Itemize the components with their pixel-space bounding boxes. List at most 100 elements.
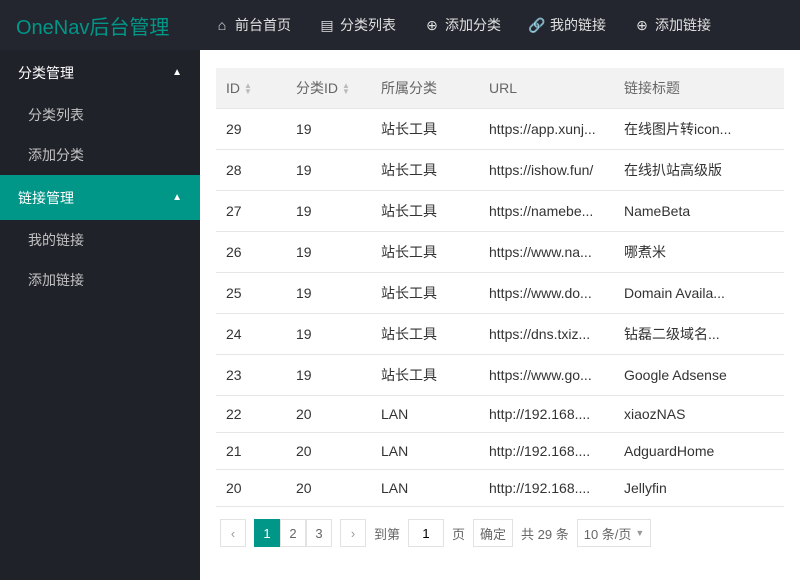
cell-fid: 19 [286, 355, 371, 396]
cell-id: 24 [216, 314, 286, 355]
nav-my-links-icon: 🔗 [529, 17, 545, 34]
chevron-up-icon: ▲ [172, 192, 182, 203]
cell-cat: 站长工具 [371, 191, 479, 232]
nav-add-category-icon: ⊕ [424, 17, 440, 34]
cell-url: https://ishow.fun/ [479, 150, 614, 191]
cell-cat: 站长工具 [371, 232, 479, 273]
pager-perpage-select[interactable]: 10 条/页 ▼ [577, 519, 652, 547]
col-header-0[interactable]: ID ▲▼ [216, 68, 286, 109]
cell-id: 25 [216, 273, 286, 314]
cell-cat: 站长工具 [371, 150, 479, 191]
cell-cat: LAN [371, 396, 479, 433]
table-row: 2220LANhttp://192.168....xiaozNAS [216, 396, 784, 433]
cell-cat: LAN [371, 433, 479, 470]
table-row: 2020LANhttp://192.168....Jellyfin [216, 470, 784, 507]
nav-add-link-icon: ⊕ [634, 17, 650, 34]
cell-cat: 站长工具 [371, 314, 479, 355]
cell-cat: 站长工具 [371, 109, 479, 150]
cell-id: 26 [216, 232, 286, 273]
group-link-label: 链接管理 [18, 188, 74, 208]
chevron-down-icon: ▼ [635, 528, 644, 538]
table-row: 2319站长工具https://www.go...Google Adsense [216, 355, 784, 396]
cell-cat: LAN [371, 470, 479, 507]
cell-title: 在线扒站高级版 [614, 150, 784, 191]
group-link-title[interactable]: 链接管理 ▲ [0, 175, 200, 220]
col-header-3-label: URL [489, 80, 517, 96]
table-row: 2919站长工具https://app.xunj...在线图片转icon... [216, 109, 784, 150]
table-row: 2419站长工具https://dns.txiz...钻磊二级域名... [216, 314, 784, 355]
cell-fid: 20 [286, 433, 371, 470]
col-header-4-label: 链接标题 [624, 80, 680, 96]
group-category-title[interactable]: 分类管理▲ [0, 50, 200, 95]
pager-next[interactable]: › [340, 519, 366, 547]
cell-fid: 20 [286, 470, 371, 507]
nav-category-list-icon: ▤ [319, 17, 335, 34]
cell-title: xiaozNAS [614, 396, 784, 433]
cell-url: https://www.na... [479, 232, 614, 273]
cell-title: 哪煮米 [614, 232, 784, 273]
cell-title: Google Adsense [614, 355, 784, 396]
cell-id: 22 [216, 396, 286, 433]
pager-goto-input[interactable] [408, 519, 444, 547]
nav-category-list[interactable]: ▤分类列表 [305, 0, 410, 50]
nav-home-label: 前台首页 [235, 15, 291, 35]
cell-url: https://namebe... [479, 191, 614, 232]
cell-title: 钻磊二级域名... [614, 314, 784, 355]
cell-url: http://192.168.... [479, 396, 614, 433]
cell-fid: 19 [286, 273, 371, 314]
col-header-2: 所属分类 [371, 68, 479, 109]
cell-url: https://www.go... [479, 355, 614, 396]
side-category-list[interactable]: 分类列表 [0, 95, 200, 135]
col-header-2-label: 所属分类 [381, 80, 437, 96]
nav-home-icon: ⌂ [214, 17, 230, 33]
pager-page-1[interactable]: 1 [254, 519, 280, 547]
cell-fid: 19 [286, 232, 371, 273]
cell-url: http://192.168.... [479, 470, 614, 507]
table-row: 2719站长工具https://namebe...NameBeta [216, 191, 784, 232]
nav-add-link[interactable]: ⊕ 添加链接 [620, 0, 725, 50]
side-add-category[interactable]: 添加分类 [0, 135, 200, 175]
col-header-1[interactable]: 分类ID▲▼ [286, 68, 371, 109]
sort-icon: ▲▼ [244, 83, 252, 95]
cell-cat: 站长工具 [371, 273, 479, 314]
cell-id: 20 [216, 470, 286, 507]
cell-id: 27 [216, 191, 286, 232]
cell-fid: 19 [286, 150, 371, 191]
cell-url: https://app.xunj... [479, 109, 614, 150]
cell-url: http://192.168.... [479, 433, 614, 470]
cell-title: AdguardHome [614, 433, 784, 470]
cell-fid: 19 [286, 109, 371, 150]
brand-title: OneNav后台管理 [0, 11, 200, 40]
pager-page-3[interactable]: 3 [306, 519, 332, 547]
cell-url: https://dns.txiz... [479, 314, 614, 355]
nav-add-category-label: 添加分类 [445, 15, 501, 35]
pager-total: 共 29 条 [521, 524, 569, 543]
cell-id: 23 [216, 355, 286, 396]
cell-url: https://www.do... [479, 273, 614, 314]
nav-my-links[interactable]: 🔗我的链接 [515, 0, 620, 50]
side-my-links[interactable]: 我的链接 [0, 220, 200, 260]
pager-page-2[interactable]: 2 [280, 519, 306, 547]
cell-id: 28 [216, 150, 286, 191]
cell-id: 21 [216, 433, 286, 470]
cell-title: Domain Availa... [614, 273, 784, 314]
nav-home[interactable]: ⌂ 前台首页 [200, 0, 305, 50]
cell-title: Jellyfin [614, 470, 784, 507]
cell-title: 在线图片转icon... [614, 109, 784, 150]
pager-prev[interactable]: ‹ [220, 519, 246, 547]
pager-confirm[interactable]: 确定 [473, 519, 513, 547]
table-row: 2519站长工具https://www.do...Domain Availa..… [216, 273, 784, 314]
col-header-3: URL [479, 68, 614, 109]
side-add-link[interactable]: 添加链接 [0, 260, 200, 300]
col-header-0-label: ID [226, 80, 240, 96]
table-row: 2819站长工具https://ishow.fun/在线扒站高级版 [216, 150, 784, 191]
cell-cat: 站长工具 [371, 355, 479, 396]
col-header-1-label: 分类ID [296, 80, 338, 96]
cell-fid: 20 [286, 396, 371, 433]
table-row: 2120LANhttp://192.168....AdguardHome [216, 433, 784, 470]
nav-add-link-label: 添加链接 [655, 15, 711, 35]
nav-add-category[interactable]: ⊕ 添加分类 [410, 0, 515, 50]
cell-title: NameBeta [614, 191, 784, 232]
cell-fid: 19 [286, 314, 371, 355]
cell-id: 29 [216, 109, 286, 150]
